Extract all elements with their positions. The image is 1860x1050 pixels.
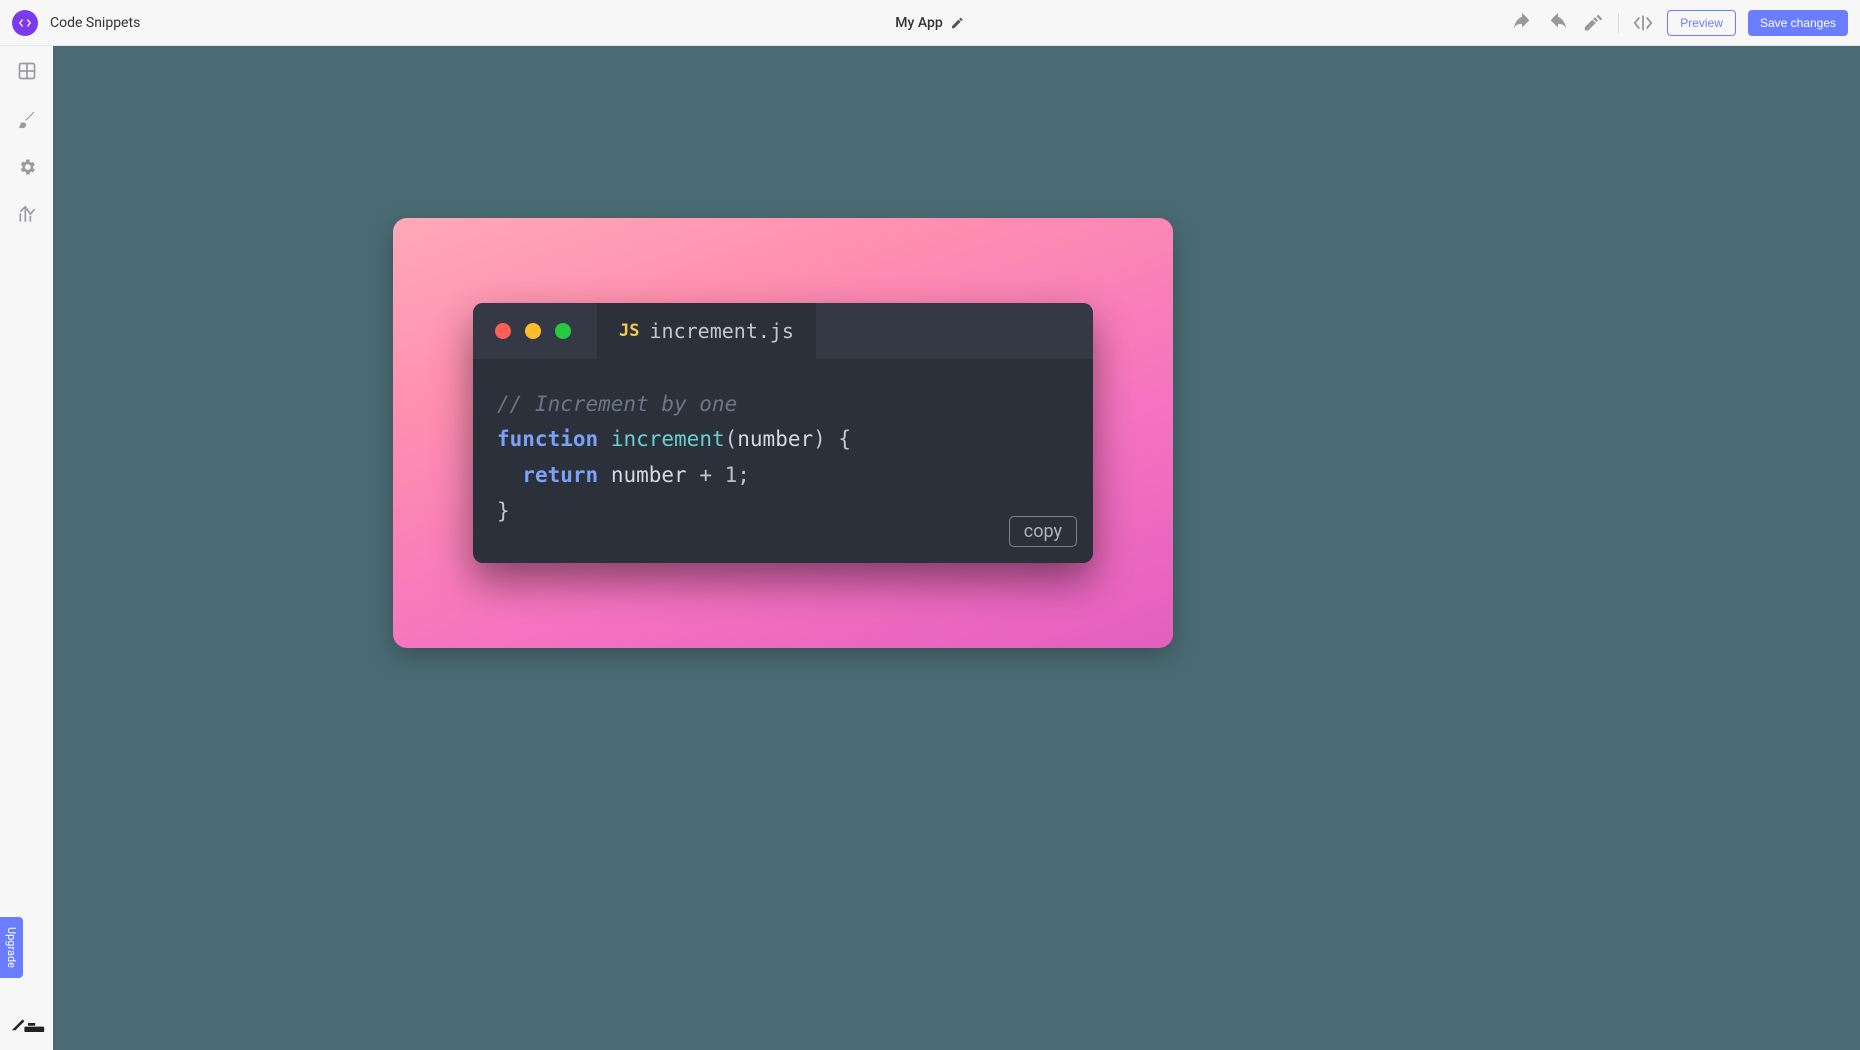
minimize-light-icon	[525, 323, 541, 339]
code-body: // Increment by one function increment(n…	[473, 359, 1093, 564]
page-title: Code Snippets	[50, 15, 140, 31]
redo-icon[interactable]	[1546, 11, 1570, 35]
app-name: My App	[895, 15, 942, 31]
code-open-paren: (	[725, 427, 738, 451]
window-titlebar: JS increment.js	[473, 303, 1093, 359]
code-toggle-icon[interactable]	[1631, 11, 1655, 35]
edit-icon[interactable]	[951, 16, 965, 30]
js-badge-icon: JS	[619, 321, 639, 341]
code-icon	[18, 16, 32, 30]
brand-logo-icon[interactable]	[10, 1014, 46, 1034]
traffic-lights	[495, 323, 571, 339]
grid-icon[interactable]	[16, 60, 38, 82]
chart-icon[interactable]	[16, 204, 38, 226]
app-name-group[interactable]: My App	[895, 15, 964, 31]
code-snippet-card[interactable]: JS increment.js // Increment by one func…	[393, 218, 1173, 648]
close-light-icon	[495, 323, 511, 339]
canvas[interactable]: JS increment.js // Increment by one func…	[53, 46, 1860, 1050]
app-logo	[12, 10, 38, 36]
code-comment: // Increment by one	[497, 392, 737, 416]
save-button[interactable]: Save changes	[1748, 10, 1848, 36]
topbar: Code Snippets My App Preview Save change…	[0, 0, 1860, 46]
gear-icon[interactable]	[16, 156, 38, 178]
brush-icon[interactable]	[16, 108, 38, 130]
code-semicolon: ;	[737, 463, 750, 487]
code-close-brace: }	[497, 499, 510, 523]
file-tab[interactable]: JS increment.js	[597, 303, 816, 359]
code-param: number	[737, 427, 813, 451]
code-expr-ident: number	[611, 463, 687, 487]
copy-button[interactable]: copy	[1009, 516, 1077, 547]
code-expr-op: +	[687, 463, 725, 487]
upgrade-button[interactable]: Upgrade	[0, 917, 23, 978]
undo-icon[interactable]	[1510, 11, 1534, 35]
maximize-light-icon	[555, 323, 571, 339]
code-close-paren-brace: ) {	[813, 427, 851, 451]
topbar-actions: Preview Save changes	[1510, 10, 1848, 36]
main: Upgrade JS increment.js // Incr	[0, 46, 1860, 1050]
divider	[1618, 13, 1619, 33]
sidebar: Upgrade	[0, 46, 53, 1050]
hammer-icon[interactable]	[1582, 11, 1606, 35]
code-func-name: increment	[611, 427, 725, 451]
code-kw-return: return	[522, 463, 598, 487]
code-kw-function: function	[497, 427, 598, 451]
preview-button[interactable]: Preview	[1667, 10, 1736, 36]
code-window: JS increment.js // Increment by one func…	[473, 303, 1093, 564]
file-name: increment.js	[649, 319, 794, 343]
code-expr-num: 1	[725, 463, 738, 487]
